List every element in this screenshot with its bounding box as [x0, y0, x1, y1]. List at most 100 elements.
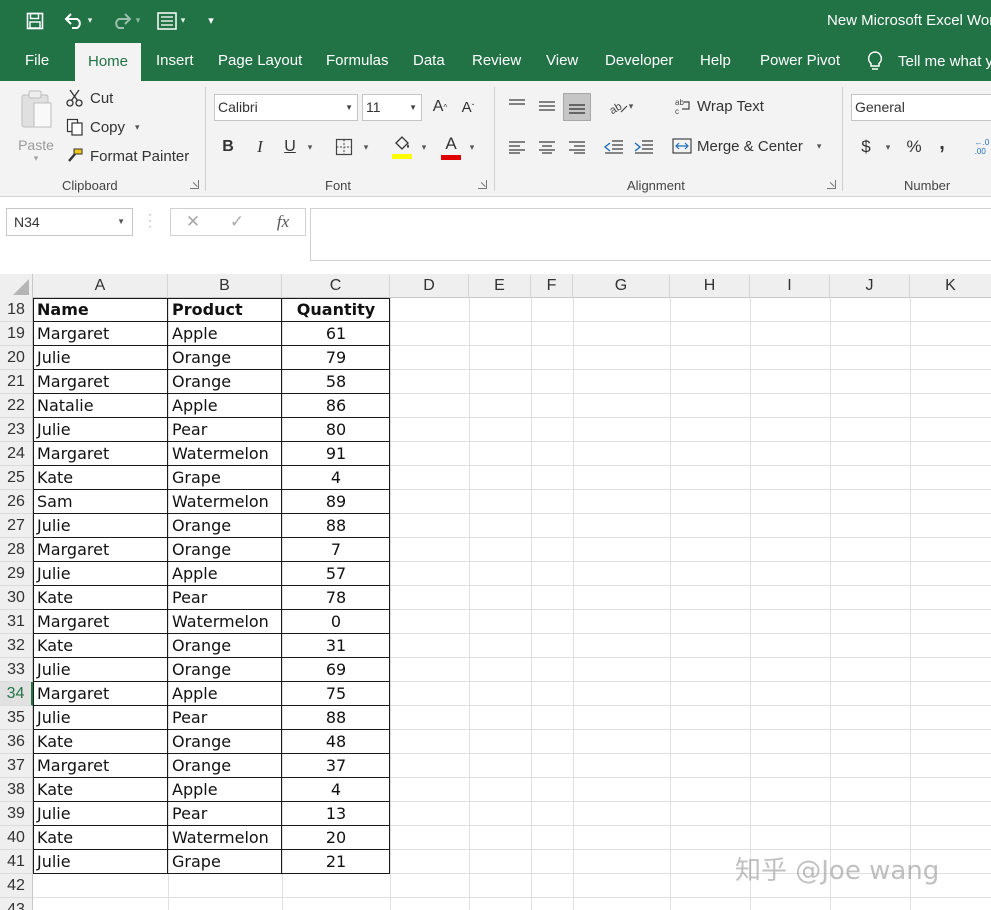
insert-function-icon[interactable]: fx: [272, 211, 294, 233]
cell-quantity[interactable]: 21: [282, 850, 390, 874]
cell-quantity[interactable]: 57: [282, 562, 390, 586]
row-header[interactable]: 38: [0, 778, 33, 802]
tab-developer[interactable]: Developer: [605, 41, 673, 81]
cell-name[interactable]: Margaret: [37, 442, 109, 466]
chevron-down-icon[interactable]: ▾: [88, 15, 93, 26]
cell-name[interactable]: Kate: [37, 634, 73, 658]
increase-font-size-icon[interactable]: A ^: [430, 96, 450, 118]
customize-icon[interactable]: ▾: [202, 0, 220, 41]
cell-name[interactable]: Margaret: [37, 682, 109, 706]
format-painter-button[interactable]: Format Painter: [66, 146, 189, 166]
cell-name[interactable]: Kate: [37, 778, 73, 802]
paste-button[interactable]: Paste ▾: [14, 87, 58, 165]
cell-product[interactable]: Orange: [172, 634, 231, 658]
borders-icon[interactable]: [334, 136, 354, 158]
column-header-g[interactable]: G: [573, 274, 670, 298]
merge-center-button[interactable]: Merge & Center ▾: [672, 135, 821, 157]
cell-quantity[interactable]: 80: [282, 418, 390, 442]
cell-product[interactable]: Grape: [172, 466, 221, 490]
row-header[interactable]: 37: [0, 754, 33, 778]
row-header[interactable]: 26: [0, 490, 33, 514]
cell-name[interactable]: Kate: [37, 730, 73, 754]
cell-quantity[interactable]: 7: [282, 538, 390, 562]
cell-name[interactable]: Julie: [37, 802, 71, 826]
italic-button[interactable]: I: [250, 136, 270, 158]
enter-icon[interactable]: ✓: [227, 212, 247, 232]
cell-name[interactable]: Kate: [37, 826, 73, 850]
increase-indent-icon[interactable]: [633, 135, 655, 159]
cell-quantity[interactable]: 88: [282, 706, 390, 730]
cell-product[interactable]: Orange: [172, 514, 231, 538]
cell-product[interactable]: Pear: [172, 418, 207, 442]
chevron-down-icon[interactable]: ▾: [418, 138, 430, 156]
number-format-select[interactable]: General: [851, 94, 991, 121]
tab-help[interactable]: Help: [700, 41, 731, 81]
decrease-indent-icon[interactable]: [603, 135, 625, 159]
fill-color-icon[interactable]: [390, 133, 414, 161]
column-header-h[interactable]: H: [670, 274, 750, 298]
row-header[interactable]: 27: [0, 514, 33, 538]
cell-name[interactable]: Margaret: [37, 610, 109, 634]
column-header-a[interactable]: A: [33, 274, 168, 298]
font-size-select[interactable]: 11 ▼: [362, 94, 422, 121]
cell-product[interactable]: Orange: [172, 346, 231, 370]
copy-button[interactable]: Copy ▾: [66, 117, 140, 137]
cancel-icon[interactable]: ✕: [183, 212, 203, 232]
row-header[interactable]: 21: [0, 370, 33, 394]
row-header[interactable]: 29: [0, 562, 33, 586]
tab-formulas[interactable]: Formulas: [326, 41, 389, 81]
row-header[interactable]: 42: [0, 874, 33, 898]
row-header[interactable]: 39: [0, 802, 33, 826]
align-left-icon[interactable]: [506, 135, 528, 159]
cell-name[interactable]: Julie: [37, 850, 71, 874]
cell-product[interactable]: Watermelon: [172, 610, 269, 634]
column-header-f[interactable]: F: [531, 274, 573, 298]
column-header-j[interactable]: J: [830, 274, 910, 298]
tab-power-pivot[interactable]: Power Pivot: [760, 41, 840, 81]
cell-name[interactable]: Julie: [37, 706, 71, 730]
cell-quantity[interactable]: 89: [282, 490, 390, 514]
tab-view[interactable]: View: [546, 41, 578, 81]
dialog-launcher-icon[interactable]: [827, 180, 836, 189]
column-header-d[interactable]: D: [390, 274, 469, 298]
chevron-down-icon[interactable]: ▾: [882, 138, 894, 156]
save-icon[interactable]: [24, 0, 46, 41]
dialog-launcher-icon[interactable]: [190, 180, 199, 189]
comma-style-icon[interactable]: ,: [934, 131, 950, 155]
cell-product[interactable]: Orange: [172, 370, 231, 394]
cell-name[interactable]: Margaret: [37, 538, 109, 562]
column-header-i[interactable]: I: [750, 274, 830, 298]
row-header[interactable]: 20: [0, 346, 33, 370]
chevron-down-icon[interactable]: ▾: [360, 138, 372, 156]
cell-name[interactable]: Julie: [37, 514, 71, 538]
cell-product[interactable]: Apple: [172, 562, 218, 586]
row-header[interactable]: 28: [0, 538, 33, 562]
cell-product[interactable]: Pear: [172, 802, 207, 826]
cell-quantity[interactable]: 20: [282, 826, 390, 850]
form-icon[interactable]: ▾: [150, 0, 192, 41]
row-header[interactable]: 40: [0, 826, 33, 850]
row-header[interactable]: 33: [0, 658, 33, 682]
resize-handle-icon[interactable]: · · ·: [148, 208, 152, 232]
cell-name[interactable]: Julie: [37, 658, 71, 682]
row-header[interactable]: 35: [0, 706, 33, 730]
cell-quantity[interactable]: 37: [282, 754, 390, 778]
align-center-icon[interactable]: [536, 135, 558, 159]
chevron-down-icon[interactable]: ▾: [817, 141, 822, 152]
chevron-down-icon[interactable]: ▾: [181, 15, 186, 26]
table-header-product[interactable]: Product: [172, 298, 243, 322]
row-header[interactable]: 41: [0, 850, 33, 874]
row-header[interactable]: 36: [0, 730, 33, 754]
cell-quantity[interactable]: 91: [282, 442, 390, 466]
cell-quantity[interactable]: 61: [282, 322, 390, 346]
cell-quantity[interactable]: 4: [282, 466, 390, 490]
chevron-down-icon[interactable]: ▾: [135, 122, 140, 133]
decrease-font-size-icon[interactable]: Aˇ: [458, 96, 478, 118]
cell-quantity[interactable]: 31: [282, 634, 390, 658]
name-box[interactable]: N34 ▼: [6, 208, 133, 236]
row-header[interactable]: 34: [0, 682, 33, 706]
cell-name[interactable]: Margaret: [37, 370, 109, 394]
middle-align-icon[interactable]: [536, 93, 558, 117]
cell-quantity[interactable]: 58: [282, 370, 390, 394]
align-right-icon[interactable]: [566, 135, 588, 159]
